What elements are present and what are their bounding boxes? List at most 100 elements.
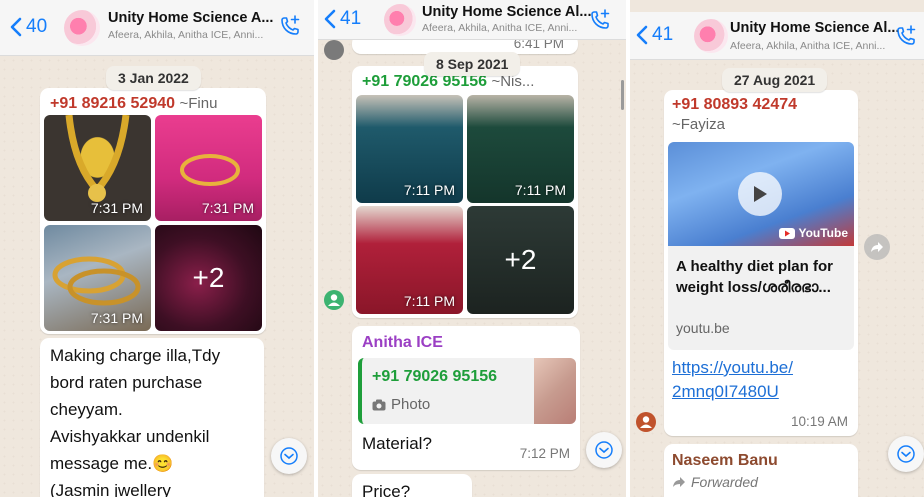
sender-name[interactable]: Anitha ICE: [362, 334, 443, 352]
link-preview[interactable]: YouTube A healthy diet plan for weight l…: [668, 142, 854, 350]
image-time: 7:31 PM: [90, 310, 143, 326]
image-tile-more[interactable]: +2: [467, 206, 574, 314]
forward-arrow-icon: [871, 242, 883, 252]
chat-header: 41 Unity Home Science Al... Afeera, Akhi…: [318, 0, 626, 40]
sender-number[interactable]: +91 80893 42474: [672, 96, 797, 114]
image-tile-green-kurta[interactable]: 7:11 PM: [467, 95, 574, 203]
sender-alias: ~Finu: [179, 95, 218, 112]
chat-members: Afeera, Akhila, Anitha ICE, Anni...: [730, 40, 886, 52]
image-time: 7:11 PM: [403, 293, 455, 309]
play-icon: [754, 186, 767, 202]
media-bubble[interactable]: +91 79026 95156 ~Nis... 7:11 PM 7:11 PM …: [352, 66, 578, 318]
sender-number[interactable]: +91 89216 52940: [50, 95, 175, 112]
play-button[interactable]: [738, 172, 782, 216]
message-time: 7:12 PM: [519, 446, 570, 461]
image-time: 7:11 PM: [403, 182, 455, 198]
add-call-icon[interactable]: [588, 8, 612, 32]
message-line: bord raten purchase: [50, 373, 203, 392]
image-tile-more[interactable]: +2: [155, 225, 262, 331]
preview-domain: youtu.be: [676, 320, 730, 336]
image-tile-bangle[interactable]: 7:31 PM: [155, 115, 262, 221]
scroll-down-button[interactable]: [271, 438, 307, 474]
unread-count: 41: [652, 24, 674, 45]
message-text: Material?: [362, 434, 432, 453]
share-button[interactable]: [864, 234, 890, 260]
chat-title[interactable]: Unity Home Science A...: [108, 10, 273, 26]
link-bubble[interactable]: +91 80893 42474 ~Fayiza YouTube A health…: [664, 90, 858, 436]
quoted-sender: +91 79026 95156: [372, 368, 498, 385]
message-line: (Jasmin jwellery: [50, 481, 171, 497]
group-avatar[interactable]: [694, 19, 728, 53]
forward-arrow-icon: [673, 477, 685, 487]
date-pill: 8 Sep 2021: [424, 52, 521, 76]
sender-avatar[interactable]: [324, 290, 344, 310]
message-line: message me.😊: [50, 454, 174, 473]
chevron-down-icon: [280, 447, 298, 465]
image-tile-necklace[interactable]: 7:31 PM: [44, 115, 151, 221]
preview-title-line: A healthy diet plan for: [676, 258, 833, 275]
chat-panel-3: 41 Unity Home Science Al... Afeera, Akhi…: [630, 0, 924, 497]
quoted-type-label: Photo: [391, 396, 431, 413]
chevron-left-icon: [324, 9, 336, 29]
chat-panel-2: 41 Unity Home Science Al... Afeera, Akhi…: [318, 0, 626, 497]
person-icon: [640, 416, 652, 428]
chat-members: Afeera, Akhila, Anitha ICE, Anni...: [108, 29, 264, 41]
forwarded-text: Forwarded: [691, 474, 758, 490]
add-call-icon[interactable]: [278, 14, 302, 38]
text-bubble[interactable]: Making charge illa,Tdy bord raten purcha…: [40, 338, 264, 497]
scroll-down-button[interactable]: [586, 432, 622, 468]
quoted-thumbnail: [534, 358, 576, 424]
link-line[interactable]: https://youtu.be/: [672, 356, 793, 380]
group-avatar[interactable]: [64, 10, 100, 46]
chat-header: 40 Unity Home Science A... Afeera, Akhil…: [0, 0, 314, 56]
sender-alias: ~Fayiza: [672, 116, 725, 133]
link-url[interactable]: https://youtu.be/ 2mnq0I7480U: [672, 356, 793, 404]
add-call-icon[interactable]: [894, 24, 918, 48]
preview-title: A healthy diet plan for weight loss/ശരീര…: [676, 256, 833, 298]
quoted-type: Photo: [372, 396, 430, 413]
video-thumbnail[interactable]: YouTube: [668, 142, 854, 246]
scroll-down-button[interactable]: [888, 436, 924, 472]
camera-icon: [372, 399, 386, 410]
message-text: Price?: [362, 482, 411, 497]
youtube-icon: [779, 227, 796, 239]
more-images-count: +2: [192, 262, 225, 293]
chat-panel-1: 40 Unity Home Science A... Afeera, Akhil…: [0, 0, 314, 497]
youtube-badge: YouTube: [779, 226, 848, 240]
quoted-message[interactable]: +91 79026 95156 Photo: [358, 358, 576, 424]
media-bubble[interactable]: +91 89216 52940 ~Finu 7:31 PM 7:31 PM 7:…: [40, 88, 266, 334]
sender-avatar[interactable]: [636, 412, 656, 432]
link-line[interactable]: 2mnq0I7480U: [672, 380, 793, 404]
forwarded-bubble[interactable]: Naseem Banu Forwarded: [664, 444, 858, 497]
chevron-left-icon: [636, 25, 648, 45]
reply-bubble[interactable]: Anitha ICE +91 79026 95156 Photo Materia…: [352, 326, 580, 470]
back-button[interactable]: 41: [324, 8, 361, 30]
more-images-count: +2: [504, 244, 537, 275]
person-icon: [328, 294, 340, 306]
text-bubble[interactable]: Price?: [352, 474, 472, 497]
preview-title-line: weight loss/ശരീരഭാ...: [676, 279, 831, 296]
message-line: cheyyam.: [50, 400, 123, 419]
message-line: Making charge illa,Tdy: [50, 346, 221, 365]
date-pill: 27 Aug 2021: [722, 68, 828, 92]
image-time: 7:11 PM: [514, 182, 566, 198]
image-tile-bangles[interactable]: 7:31 PM: [44, 225, 151, 331]
image-time: 7:31 PM: [201, 200, 254, 216]
image-tile-teal-kurta[interactable]: 7:11 PM: [356, 95, 463, 203]
sender-name[interactable]: Naseem Banu: [672, 452, 778, 470]
youtube-label: YouTube: [798, 226, 848, 240]
chat-header: 41 Unity Home Science Al... Afeera, Akhi…: [630, 12, 924, 60]
group-avatar[interactable]: [384, 4, 416, 36]
image-time: 7:31 PM: [90, 200, 143, 216]
chat-members: Afeera, Akhila, Anitha ICE, Anni...: [422, 22, 578, 34]
chevron-down-icon: [595, 441, 613, 459]
chat-title[interactable]: Unity Home Science Al...: [422, 4, 591, 20]
image-tile-red-kurta[interactable]: 7:11 PM: [356, 206, 463, 314]
back-button[interactable]: 40: [10, 16, 47, 38]
chevron-left-icon: [10, 17, 22, 37]
message-time: 10:19 AM: [790, 414, 848, 429]
scrollbar-thumb[interactable]: [621, 80, 624, 110]
chat-title[interactable]: Unity Home Science Al...: [730, 20, 899, 36]
sender-avatar[interactable]: [324, 40, 344, 60]
back-button[interactable]: 41: [636, 24, 673, 46]
